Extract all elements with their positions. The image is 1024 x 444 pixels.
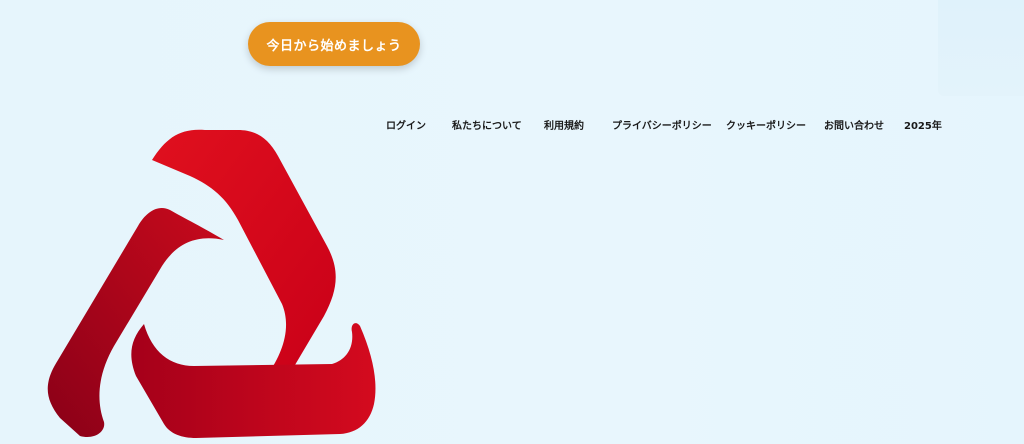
- nav-item-about-us[interactable]: 私たちについて: [452, 116, 522, 138]
- nav-item-terms[interactable]: 利用規約: [544, 116, 584, 138]
- nav-item-login[interactable]: ログイン: [386, 116, 426, 138]
- logo-bottom-arm: [131, 323, 376, 438]
- get-started-button[interactable]: 今日から始めましょう: [248, 22, 420, 66]
- brand-logo: [40, 128, 380, 438]
- red-triangle-arrows-logo-icon: [47, 129, 376, 438]
- logo-top-arm: [152, 129, 336, 380]
- nav-item-year[interactable]: 2025年: [904, 116, 942, 138]
- nav-item-contact[interactable]: お問い合わせ: [824, 116, 884, 138]
- page: 今日から始めましょう ログイン 私たちについて 利用規約 プライバシーポリシー …: [0, 0, 1024, 444]
- nav-item-cookie-policy[interactable]: クッキーポリシー: [726, 116, 806, 138]
- decorative-panel: [938, 0, 1024, 96]
- nav-item-privacy-policy[interactable]: プライバシーポリシー: [612, 116, 712, 138]
